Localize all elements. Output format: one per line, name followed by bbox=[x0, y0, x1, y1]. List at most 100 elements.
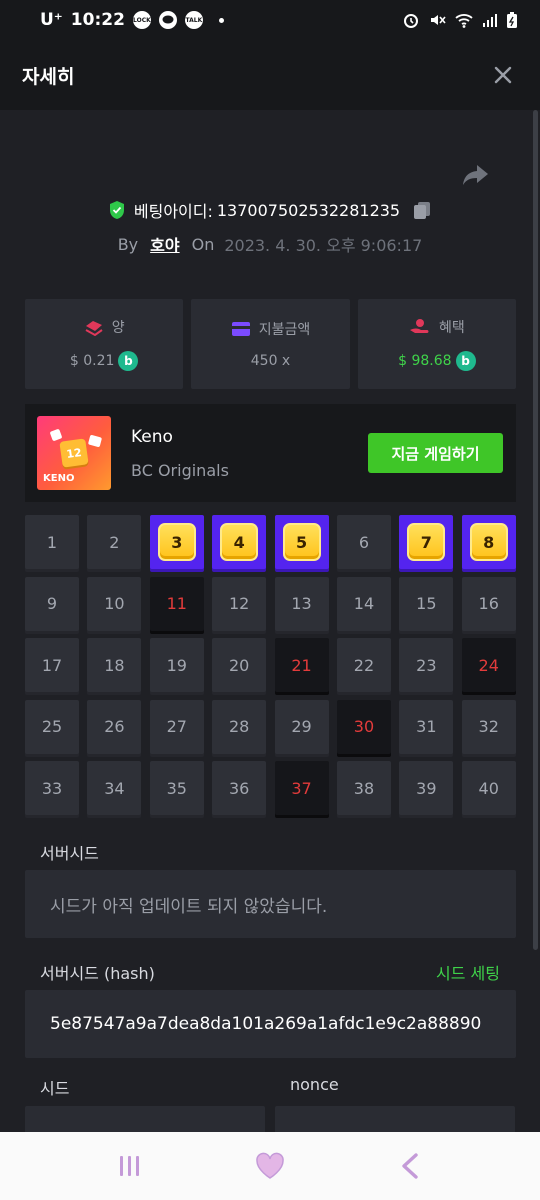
recent-apps-icon bbox=[120, 1156, 139, 1176]
server-hash-label: 서버시드 (hash) bbox=[40, 964, 155, 983]
status-bar: U⁺ 10:22 LOCK TALK bbox=[0, 0, 540, 40]
back-button[interactable] bbox=[380, 1146, 440, 1186]
close-button[interactable] bbox=[488, 60, 518, 90]
wifi-icon bbox=[455, 14, 473, 28]
hand-coin-icon bbox=[409, 319, 429, 333]
keno-cell-2[interactable]: 2 bbox=[87, 515, 142, 569]
game-name: Keno bbox=[131, 426, 173, 447]
stat-payout-label: 지불금액 bbox=[258, 322, 311, 338]
stat-amount-label: 양 bbox=[111, 320, 125, 336]
verified-shield-icon bbox=[109, 201, 124, 219]
keno-cell-32[interactable]: 32 bbox=[461, 699, 516, 754]
gem-icon: 5 bbox=[282, 523, 321, 561]
server-hash-field[interactable]: 5e87547a9a7dea8da101a269a1afdc1e9c2a8889… bbox=[25, 990, 516, 1058]
stat-payout-value: 450 x bbox=[250, 353, 291, 369]
back-chevron-icon bbox=[402, 1153, 418, 1179]
bet-id-label: 베팅아이디: bbox=[133, 202, 213, 221]
keno-cell-6[interactable]: 6 bbox=[336, 515, 391, 569]
close-icon bbox=[494, 66, 512, 84]
keno-cell-33[interactable]: 33 bbox=[25, 761, 79, 815]
keno-cell-20[interactable]: 20 bbox=[212, 638, 267, 692]
by-label: By bbox=[117, 234, 139, 254]
keno-cell-37[interactable]: 37 bbox=[274, 761, 329, 815]
thumb-cube: 12 bbox=[59, 438, 89, 468]
keno-cell-19[interactable]: 19 bbox=[149, 638, 204, 692]
carrier-label: U⁺ bbox=[40, 10, 63, 30]
share-button[interactable] bbox=[461, 160, 491, 190]
alarm-icon bbox=[404, 14, 418, 28]
keno-cell-34[interactable]: 34 bbox=[87, 761, 142, 815]
stat-amount-value: $ 0.21 bbox=[69, 353, 115, 369]
keno-cell-10[interactable]: 10 bbox=[87, 576, 142, 631]
keno-cell-26[interactable]: 26 bbox=[87, 699, 142, 754]
keno-cell-16[interactable]: 16 bbox=[461, 576, 516, 631]
keno-cell-3[interactable]: 3 bbox=[149, 515, 204, 569]
stat-amount: 양 $ 0.21 b bbox=[25, 299, 184, 389]
keno-cell-18[interactable]: 18 bbox=[87, 638, 142, 692]
keno-cell-5[interactable]: 5 bbox=[274, 515, 329, 569]
on-label: On bbox=[191, 234, 215, 254]
bcd-coin-icon: b bbox=[455, 351, 476, 371]
share-icon bbox=[463, 165, 488, 185]
keno-cell-4[interactable]: 4 bbox=[212, 515, 267, 569]
play-now-button[interactable]: 지금 게임하기 bbox=[368, 433, 503, 473]
keno-cell-40[interactable]: 40 bbox=[461, 761, 516, 815]
status-right bbox=[402, 11, 518, 29]
keno-cell-13[interactable]: 13 bbox=[274, 576, 329, 631]
lock-notification-icon: LOCK bbox=[132, 11, 151, 29]
keno-cell-17[interactable]: 17 bbox=[25, 638, 79, 692]
heart-home-icon bbox=[256, 1152, 284, 1179]
server-seed-label: 서버시드 bbox=[40, 844, 99, 863]
username-link[interactable]: 호야 bbox=[150, 232, 179, 256]
keno-cell-9[interactable]: 9 bbox=[25, 576, 79, 631]
thumb-label: KENO bbox=[43, 473, 75, 484]
system-nav-bar bbox=[0, 1132, 540, 1200]
keno-cell-24[interactable]: 24 bbox=[461, 638, 516, 692]
home-button[interactable] bbox=[240, 1146, 300, 1186]
gem-icon: 4 bbox=[220, 523, 259, 561]
keno-cell-28[interactable]: 28 bbox=[212, 699, 267, 754]
coins-stack-icon bbox=[85, 321, 103, 336]
keno-cell-38[interactable]: 38 bbox=[336, 761, 391, 815]
bet-stats: 양 $ 0.21 b 지불금액 450 x 혜택 $ 98.68 b bbox=[25, 299, 516, 389]
stat-profit-label: 혜택 bbox=[438, 320, 465, 336]
keno-cell-22[interactable]: 22 bbox=[336, 638, 391, 692]
battery-icon bbox=[507, 12, 517, 28]
keno-thumbnail[interactable]: 12 KENO bbox=[37, 416, 111, 490]
wallet-icon bbox=[231, 322, 250, 336]
keno-cell-11[interactable]: 11 bbox=[149, 576, 204, 631]
bet-id-value: 137007502532281235 bbox=[216, 200, 401, 220]
stat-profit: 혜택 $ 98.68 b bbox=[357, 299, 516, 389]
game-card: 12 KENO Keno BC Originals 지금 게임하기 bbox=[25, 404, 516, 502]
gem-icon: 8 bbox=[469, 523, 508, 561]
stat-profit-value: $ 98.68 bbox=[398, 353, 452, 369]
keno-cell-21[interactable]: 21 bbox=[274, 638, 329, 692]
clock: 10:22 bbox=[70, 10, 125, 30]
chat-bubble-icon bbox=[158, 11, 177, 29]
keno-cell-30[interactable]: 30 bbox=[336, 699, 391, 754]
keno-cell-39[interactable]: 39 bbox=[399, 761, 454, 815]
keno-cell-31[interactable]: 31 bbox=[399, 699, 454, 754]
nonce-label: nonce bbox=[290, 1075, 339, 1094]
recent-apps-button[interactable] bbox=[100, 1146, 160, 1186]
seed-setting-link[interactable]: 시드 세팅 bbox=[436, 960, 500, 984]
stat-payout: 지불금액 450 x bbox=[191, 299, 350, 389]
keno-cell-35[interactable]: 35 bbox=[149, 761, 204, 815]
copy-button[interactable] bbox=[412, 200, 432, 220]
server-seed-field[interactable]: 시드가 아직 업데이트 되지 않았습니다. bbox=[25, 870, 516, 938]
keno-cell-15[interactable]: 15 bbox=[399, 576, 454, 631]
keno-cell-27[interactable]: 27 bbox=[149, 699, 204, 754]
gem-icon: 3 bbox=[157, 523, 196, 561]
keno-cell-25[interactable]: 25 bbox=[25, 699, 79, 754]
keno-cell-1[interactable]: 1 bbox=[25, 515, 79, 569]
copy-icon bbox=[414, 202, 431, 219]
keno-cell-29[interactable]: 29 bbox=[274, 699, 329, 754]
gem-icon: 7 bbox=[407, 523, 446, 561]
status-left: U⁺ 10:22 LOCK TALK bbox=[40, 10, 224, 30]
keno-cell-7[interactable]: 7 bbox=[399, 515, 454, 569]
keno-cell-14[interactable]: 14 bbox=[336, 576, 391, 631]
keno-cell-12[interactable]: 12 bbox=[212, 576, 267, 631]
keno-cell-36[interactable]: 36 bbox=[212, 761, 267, 815]
keno-cell-8[interactable]: 8 bbox=[461, 515, 516, 569]
keno-cell-23[interactable]: 23 bbox=[399, 638, 454, 692]
